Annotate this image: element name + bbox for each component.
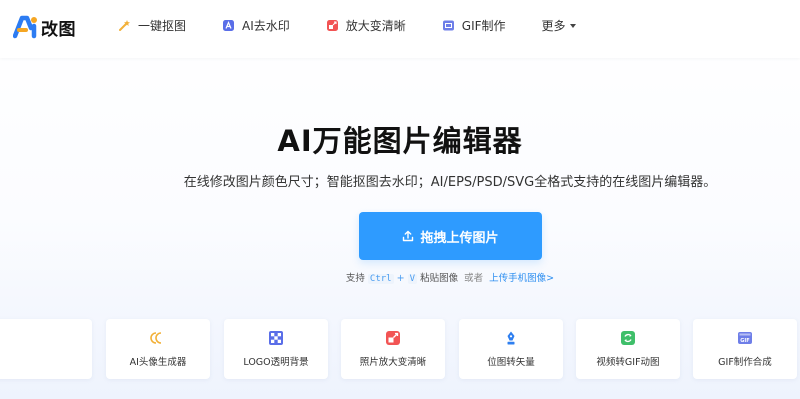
tool-card-bitmap-vector[interactable]: 位图转矢量 (459, 319, 563, 379)
tool-card-gif-make[interactable]: GIF GIF制作合成 (693, 319, 797, 379)
svg-text:GIF: GIF (740, 338, 749, 344)
nav-label: AI去水印 (242, 19, 290, 33)
enlarge-icon (385, 330, 401, 346)
tool-label: 照片放大变清晰 (359, 357, 427, 368)
nav-item-enlarge[interactable]: 放大变清晰 (326, 17, 406, 34)
tool-label: AI头像生成器 (129, 357, 187, 368)
nav-item-more[interactable]: 更多 (542, 17, 576, 34)
nav-item-ai-watermark[interactable]: AI去水印 (222, 17, 290, 34)
nav-label: GIF制作 (461, 19, 506, 33)
nav-item-cutout[interactable]: 一键抠图 (118, 17, 186, 34)
ai-avatar-icon (150, 330, 166, 346)
tool-label: GIF制作合成 (718, 357, 772, 368)
tool-card-logo-transparent[interactable]: LOGO透明背景 (224, 319, 328, 379)
key-v: V (407, 274, 418, 284)
paste-prefix: 支持 (345, 273, 365, 284)
gif-icon: GIF (737, 330, 753, 346)
key-ctrl: Ctrl (367, 274, 394, 284)
logo-icon (12, 15, 39, 39)
transparent-bg-icon (268, 330, 284, 346)
upload-button-label: 拖拽上传图片 (420, 230, 499, 246)
vector-pen-icon (503, 330, 519, 346)
or-text: 或者 (464, 273, 484, 284)
enlarge-icon (326, 19, 339, 32)
gif-icon (442, 19, 455, 32)
tool-label: 视频转GIF动图 (596, 357, 660, 368)
chevron-down-icon (569, 23, 576, 28)
top-navbar: 改图 一键抠图 AI去水印 放大变清晰 GIF制作 更多 (0, 0, 800, 58)
magic-wand-icon (118, 19, 131, 32)
upload-button[interactable]: 拖拽上传图片 (359, 212, 542, 260)
logo[interactable]: 改图 (12, 14, 76, 40)
page-subtitle: 在线修改图片颜色尺寸；智能抠图去水印；AI/EPS/PSD/SVG全格式支持的在… (183, 175, 717, 190)
upload-icon (403, 230, 414, 242)
key-plus: + (396, 273, 405, 284)
nav-label: 一键抠图 (138, 19, 187, 33)
nav-label: 更多 (541, 19, 566, 33)
paste-hint: 支持 Ctrl + V 粘贴图像 或者 上传手机图像> (0, 270, 800, 284)
tool-label: 位图转矢量 (487, 357, 535, 368)
tool-label: LOGO透明背景 (243, 357, 309, 368)
tool-card-video-gif[interactable]: 视频转GIF动图 (576, 319, 680, 379)
ai-watermark-icon (222, 19, 235, 32)
logo-text: 改图 (41, 19, 76, 40)
page-title: AI万能图片编辑器 (277, 124, 523, 158)
tool-cards: AI头像生成器 LOGO透明背景 照片放大变清晰 位图转矢量 视频转GIF动图 … (0, 319, 800, 379)
video-gif-icon (620, 330, 636, 346)
nav-item-gif[interactable]: GIF制作 (442, 17, 506, 34)
tool-card-photo-enlarge[interactable]: 照片放大变清晰 (341, 319, 445, 379)
paste-suffix: 粘贴图像 (420, 273, 459, 284)
nav-label: 放大变清晰 (345, 19, 406, 33)
tool-card-ai-avatar[interactable]: AI头像生成器 (106, 319, 210, 379)
main-nav: 一键抠图 AI去水印 放大变清晰 GIF制作 更多 (118, 17, 576, 34)
upload-phone-link[interactable]: 上传手机图像> (489, 273, 554, 284)
tool-card-partial[interactable] (0, 319, 92, 379)
